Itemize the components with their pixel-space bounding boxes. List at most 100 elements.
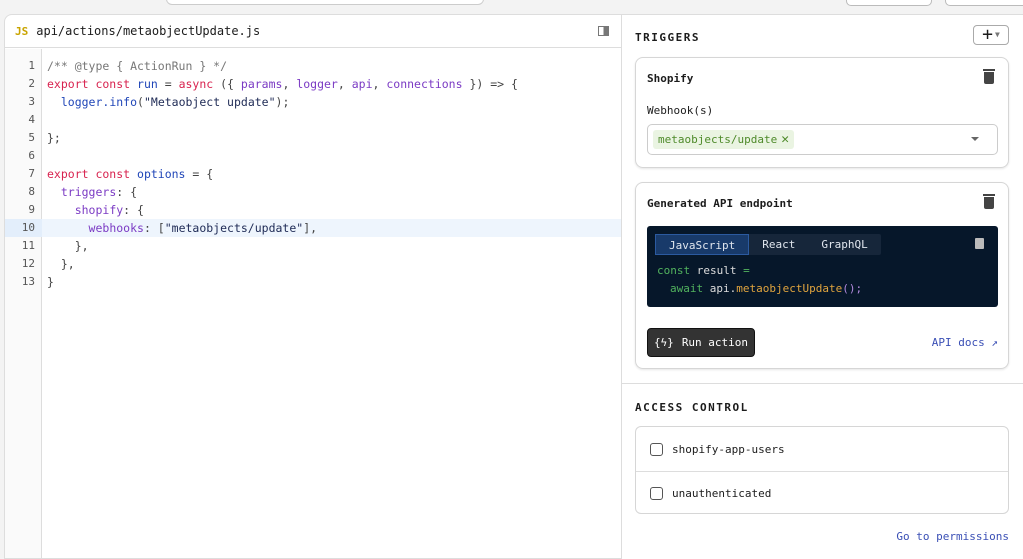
run-action-button[interactable]: {ϟ} Run action	[647, 328, 755, 357]
line-number: 2	[28, 77, 35, 90]
card-title: Shopify	[647, 72, 694, 85]
roles-list: shopify-app-users unauthenticated	[635, 426, 1009, 514]
top-button-1[interactable]	[846, 0, 932, 6]
webhook-chip: metaobjects/update ✕	[653, 130, 795, 149]
line-number: 8	[28, 185, 35, 198]
add-trigger-button[interactable]: + ▼	[973, 25, 1009, 45]
code-token: = {	[185, 167, 214, 181]
code-area[interactable]: 1 /** @type { ActionRun } */ 2 export const…	[5, 49, 621, 558]
token: result	[690, 264, 744, 277]
code-line: 7 export const options = {	[5, 165, 621, 183]
code-token: async	[178, 77, 214, 91]
tab-graphql[interactable]: GraphQL	[808, 234, 880, 255]
code-line: 11 },	[5, 237, 621, 255]
line-text: }	[47, 273, 54, 291]
line-text: triggers: {	[47, 183, 137, 201]
snippet-line-2: await api.metaobjectUpdate();	[670, 282, 862, 295]
role-row[interactable]: unauthenticated	[636, 471, 1008, 515]
line-number: 11	[21, 239, 35, 252]
line-number: 13	[21, 275, 35, 288]
code-token: : [	[143, 221, 165, 235]
token: const	[657, 264, 691, 277]
search-bar[interactable]	[166, 0, 484, 5]
line-text: export const run = async ({ params, logg…	[47, 75, 518, 93]
code-snippet: JavaScript React GraphQL const result = …	[647, 226, 998, 307]
code-line: 4	[5, 111, 621, 129]
top-button-2[interactable]	[945, 0, 1023, 6]
line-text: export const options = {	[47, 165, 213, 183]
code-editor: JS api/actions/metaobjectUpdate.js 1 /** …	[4, 14, 622, 559]
code-token: ],	[303, 221, 318, 235]
file-path: api/actions/metaobjectUpdate.js	[36, 24, 261, 38]
action-config-panel: TRIGGERS + ▼ Shopify Webhook(s) metaobjec…	[622, 14, 1023, 559]
code-token: },	[47, 239, 89, 253]
code-token: "metaobjects/update"	[164, 221, 304, 235]
code-token: export const	[47, 77, 138, 91]
code-token: }) => {	[462, 77, 518, 91]
code-token: api	[351, 77, 373, 91]
tab-javascript[interactable]: JavaScript	[655, 234, 750, 255]
line-number: 3	[28, 95, 35, 108]
code-token: params	[240, 77, 283, 91]
access-control-heading: ACCESS CONTROL	[635, 401, 749, 414]
line-text: };	[47, 129, 61, 147]
chip-label: metaobjects/update	[658, 133, 778, 146]
editor-header: JS api/actions/metaobjectUpdate.js	[5, 15, 621, 48]
plus-icon: +	[982, 24, 993, 45]
line-number: 4	[28, 113, 35, 126]
line-text: logger.info("Metaobject update");	[47, 93, 290, 111]
copy-icon[interactable]	[975, 238, 984, 249]
code-line: 10 webhooks: ["metaobjects/update"],	[5, 219, 621, 237]
js-file-icon: JS	[15, 24, 29, 38]
code-token: ({	[213, 77, 241, 91]
code-token: logger	[296, 77, 338, 91]
code-token: "Metaobject update"	[143, 95, 276, 109]
external-link-icon: ↗	[991, 336, 998, 349]
code-token: triggers	[60, 185, 117, 199]
line-number: 9	[28, 203, 35, 216]
role-checkbox[interactable]	[650, 487, 663, 500]
line-text: },	[47, 255, 75, 273]
code-line: 12 },	[5, 255, 621, 273]
line-number: 1	[28, 59, 35, 72]
code-line: 3 logger.info("Metaobject update");	[5, 93, 621, 111]
code-token: run	[137, 77, 158, 91]
line-number: 12	[21, 257, 35, 270]
code-token: export const	[47, 167, 138, 181]
tab-react[interactable]: React	[749, 234, 808, 255]
line-text: shopify: {	[47, 201, 144, 219]
role-row[interactable]: shopify-app-users	[636, 427, 1008, 471]
chevron-down-icon[interactable]	[971, 137, 979, 145]
code-token: }	[47, 275, 54, 289]
snippet-line-1: const result =	[657, 264, 750, 277]
remove-chip-icon[interactable]: ✕	[781, 132, 789, 147]
line-number: 6	[28, 149, 35, 162]
toggle-panel-icon[interactable]	[598, 26, 609, 36]
webhooks-select[interactable]: metaobjects/update ✕	[647, 124, 998, 155]
line-text: },	[47, 237, 89, 255]
code-token: options	[137, 167, 186, 181]
api-docs-link[interactable]: API docs ↗	[932, 336, 998, 349]
token: ();	[842, 282, 863, 295]
token: =	[743, 264, 750, 277]
code-token: /** @type { ActionRun } */	[47, 59, 228, 73]
code-token: webhooks	[88, 221, 144, 235]
role-checkbox[interactable]	[650, 442, 663, 456]
card-title: Generated API endpoint	[647, 197, 793, 210]
code-line: 6	[5, 147, 621, 165]
divider	[622, 383, 1023, 384]
role-label: unauthenticated	[672, 487, 772, 500]
trash-icon[interactable]	[983, 194, 995, 209]
go-to-permissions-link[interactable]: Go to permissions	[896, 530, 1009, 543]
trash-icon[interactable]	[983, 69, 995, 84]
code-token: =	[157, 77, 179, 91]
code-token: );	[275, 95, 290, 109]
code-token: : {	[116, 185, 138, 199]
code-token: logger.info	[60, 95, 138, 109]
line-text: webhooks: ["metaobjects/update"],	[47, 219, 318, 237]
code-line: 13}	[5, 273, 621, 291]
caret-down-icon: ▼	[995, 30, 1000, 39]
code-token: };	[47, 131, 61, 145]
